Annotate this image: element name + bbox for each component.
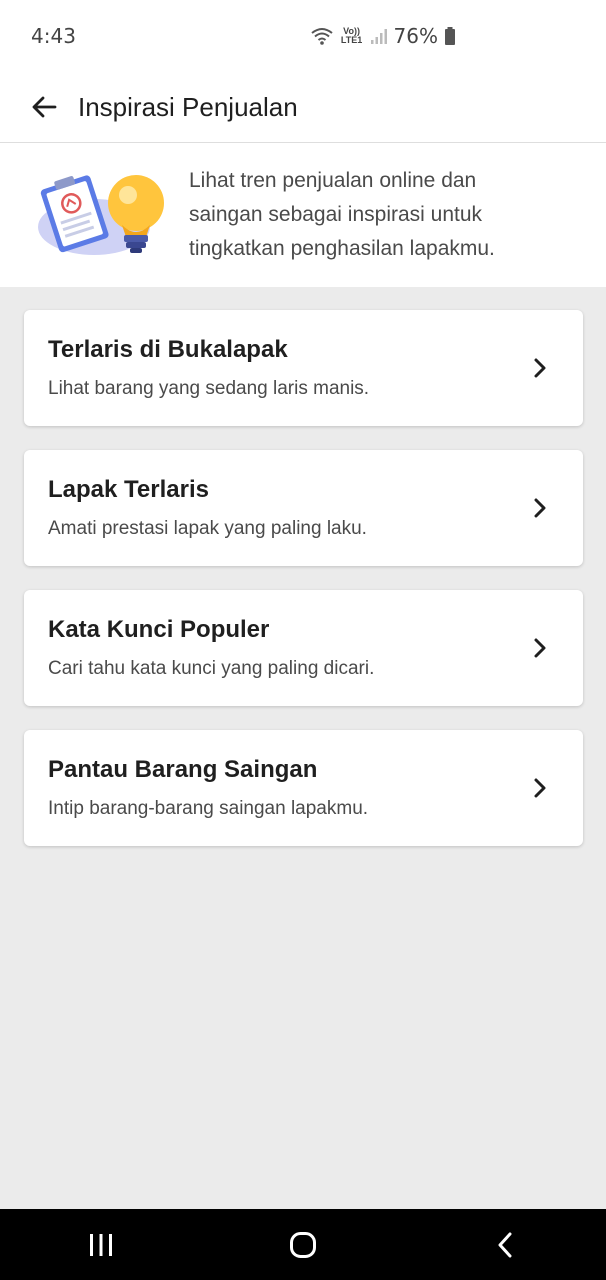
- home-button[interactable]: [273, 1215, 333, 1275]
- app-header: Inspirasi Penjualan: [0, 72, 606, 143]
- status-indicators: Vo)) LTE1 76%: [310, 24, 456, 48]
- intro-banner: Lihat tren penjualan online dan saingan …: [0, 143, 606, 287]
- inspiration-illustration: [38, 175, 164, 255]
- card-text: Terlaris di Bukalapak Lihat barang yang …: [48, 336, 525, 400]
- back-button[interactable]: [24, 87, 64, 127]
- recents-icon: [90, 1233, 112, 1256]
- chevron-right-icon: [525, 493, 555, 523]
- card-text: Kata Kunci Populer Cari tahu kata kunci …: [48, 616, 525, 680]
- chevron-right-icon: [525, 353, 555, 383]
- network-type-label: Vo)) LTE1: [340, 26, 363, 45]
- nav-back-button[interactable]: [475, 1215, 535, 1275]
- card-text: Pantau Barang Saingan Intip barang-baran…: [48, 756, 525, 820]
- menu-card-terlaris[interactable]: Terlaris di Bukalapak Lihat barang yang …: [24, 310, 583, 426]
- menu-card-lapak-terlaris[interactable]: Lapak Terlaris Amati prestasi lapak yang…: [24, 450, 583, 566]
- page-title: Inspirasi Penjualan: [78, 91, 298, 122]
- card-title: Terlaris di Bukalapak: [48, 336, 288, 363]
- battery-icon: [445, 27, 455, 45]
- card-title: Lapak Terlaris: [48, 476, 209, 503]
- chevron-right-icon: [525, 633, 555, 663]
- card-subtitle: Amati prestasi lapak yang paling laku.: [48, 518, 367, 539]
- card-title: Pantau Barang Saingan: [48, 756, 318, 783]
- nav-back-icon: [498, 1232, 512, 1257]
- home-icon: [290, 1231, 316, 1258]
- arrow-left-icon: [32, 96, 57, 118]
- chevron-right-icon: [525, 773, 555, 803]
- card-text: Lapak Terlaris Amati prestasi lapak yang…: [48, 476, 525, 540]
- menu-card-kata-kunci[interactable]: Kata Kunci Populer Cari tahu kata kunci …: [24, 590, 583, 706]
- battery-percent: 76%: [393, 24, 438, 48]
- status-time: 4:43: [31, 24, 76, 48]
- card-title: Kata Kunci Populer: [48, 616, 270, 643]
- wifi-icon: [310, 28, 333, 45]
- status-bar: 4:43 Vo)) LTE1 76%: [0, 0, 606, 72]
- card-subtitle: Lihat barang yang sedang laris manis.: [48, 378, 370, 399]
- signal-icon: [370, 29, 387, 44]
- menu-card-pantau-saingan[interactable]: Pantau Barang Saingan Intip barang-baran…: [24, 730, 583, 846]
- system-nav-bar: [0, 1209, 606, 1280]
- recents-button[interactable]: [71, 1215, 131, 1275]
- intro-description: Lihat tren penjualan online dan saingan …: [189, 169, 495, 260]
- card-subtitle: Intip barang-barang saingan lapakmu.: [48, 798, 369, 819]
- card-subtitle: Cari tahu kata kunci yang paling dicari.: [48, 658, 375, 679]
